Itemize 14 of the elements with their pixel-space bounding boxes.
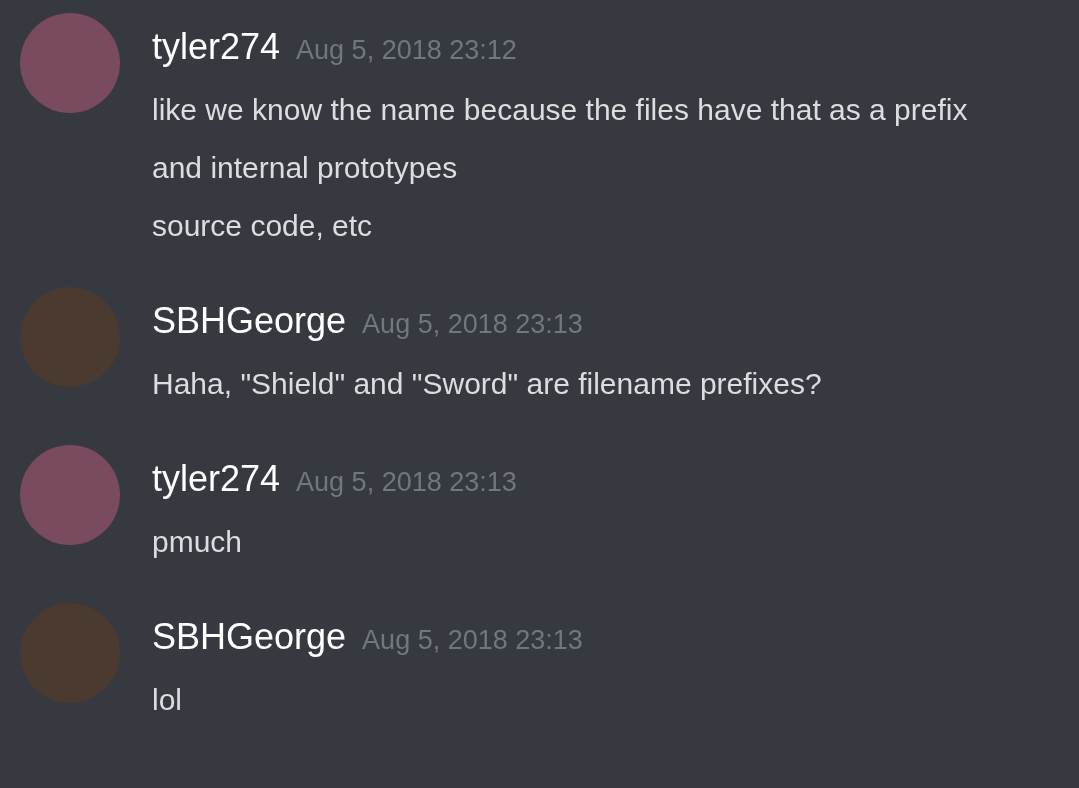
timestamp: Aug 5, 2018 23:13 (296, 469, 517, 496)
message-text: pmuch (152, 524, 244, 560)
timestamp: Aug 5, 2018 23:13 (362, 627, 583, 654)
username[interactable]: SBHGeorge (152, 303, 347, 339)
message-text: like we know the name because the files have that as a prefix (152, 92, 969, 128)
username[interactable]: tyler274 (152, 29, 281, 65)
timestamp: Aug 5, 2018 23:12 (296, 37, 517, 64)
username[interactable]: tyler274 (152, 461, 281, 497)
timestamp: Aug 5, 2018 23:13 (362, 311, 583, 338)
message-text: source code, etc (152, 208, 374, 244)
message-text: and internal prototypes (152, 150, 459, 186)
username[interactable]: SBHGeorge (152, 619, 347, 655)
message-text: Haha, "Shield" and "Sword" are filename prefixes? (152, 366, 823, 402)
message-text: lol (152, 682, 183, 718)
